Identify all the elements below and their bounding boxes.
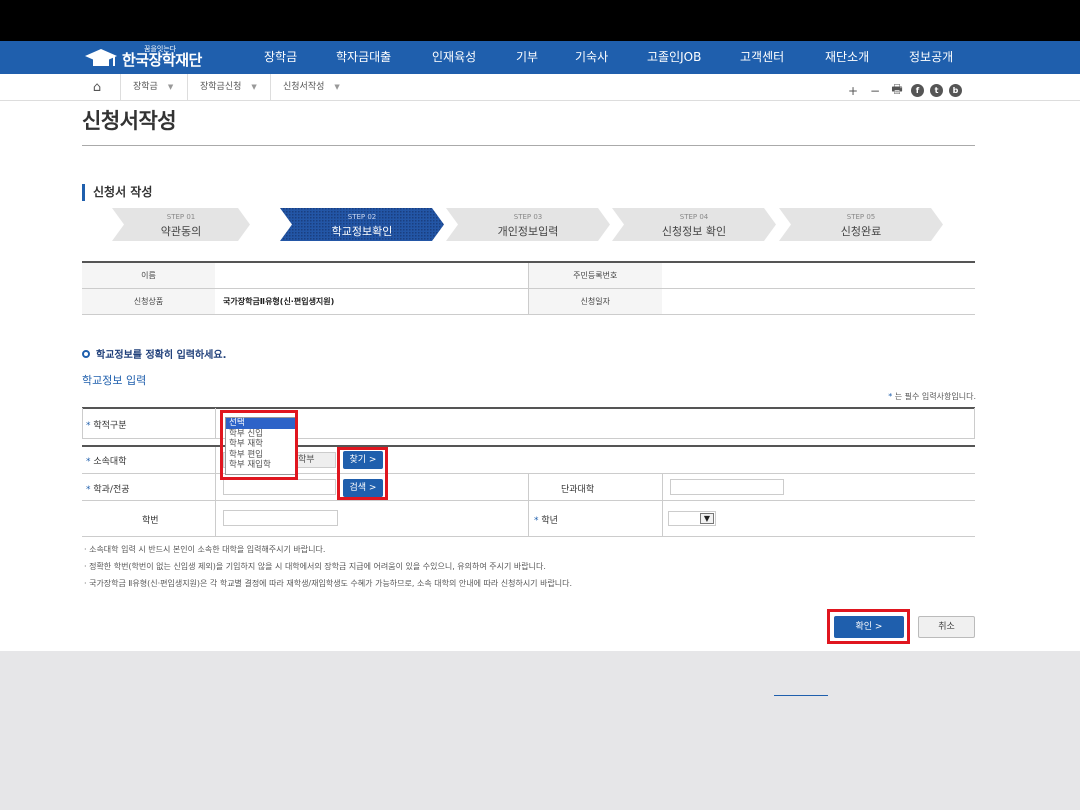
title-divider bbox=[82, 145, 975, 146]
form-col-divider bbox=[215, 447, 216, 536]
product-label: 신청상품 bbox=[82, 288, 215, 315]
ok-button[interactable]: 확인 > bbox=[834, 616, 904, 638]
dept-input[interactable] bbox=[223, 479, 336, 495]
notice-text: 학교정보를 정확히 입력하세요. bbox=[82, 346, 226, 361]
student-id-input[interactable] bbox=[223, 510, 338, 526]
step-3: STEP 03 개인정보입력 bbox=[446, 208, 610, 241]
chevron-down-icon: ▼ bbox=[251, 83, 257, 91]
grade-label: * 학년 bbox=[534, 516, 558, 526]
search-button[interactable]: 검색 > bbox=[343, 479, 383, 497]
main-menu: 장학금 학자금대출 인재육성 기부 기숙사 고졸인JOB 고객센터 재단소개 정… bbox=[250, 41, 980, 74]
form-left-border bbox=[82, 408, 83, 438]
blog-icon[interactable]: b bbox=[949, 84, 962, 97]
form-col-divider bbox=[215, 408, 216, 438]
status-option[interactable]: 학부 편입 bbox=[226, 450, 295, 461]
college-input[interactable] bbox=[670, 479, 784, 495]
graduation-cap-icon bbox=[84, 47, 118, 67]
college-label: 단과대학 bbox=[561, 485, 595, 495]
site-logo[interactable]: 꿈을잇는다 한국장학재단 bbox=[84, 43, 202, 71]
required-star-icon: * bbox=[888, 392, 893, 401]
footer-area bbox=[0, 651, 1080, 810]
form-bottom-border bbox=[82, 536, 975, 537]
form-right-border bbox=[974, 408, 975, 438]
step-4: STEP 04 신청정보 확인 bbox=[612, 208, 776, 241]
step-5: STEP 05 신청완료 bbox=[779, 208, 943, 241]
form-notes: · 소속대학 입력 시 반드시 본인이 소속한 대학을 입력해주시기 바랍니다.… bbox=[84, 541, 572, 592]
zoom-in-icon[interactable]: + bbox=[845, 84, 861, 98]
chevron-down-icon: ▼ bbox=[167, 83, 174, 91]
rrn-label: 주민등록번호 bbox=[527, 262, 662, 289]
breadcrumb-item-3[interactable]: 신청서작성 ▼ bbox=[270, 74, 355, 101]
status-select-listbox[interactable]: 선택 학부 신입 학부 재학 학부 편입 학부 재입학 bbox=[225, 417, 296, 475]
note-line: · 소속대학 입력 시 반드시 본인이 소속한 대학을 입력해주시기 바랍니다. bbox=[84, 545, 326, 554]
chevron-down-icon: ▼ bbox=[700, 513, 714, 524]
name-value bbox=[215, 262, 528, 289]
zoom-out-icon[interactable]: − bbox=[867, 84, 883, 98]
product-value: 국가장학금Ⅱ유형(신·편입생지원) bbox=[215, 288, 528, 315]
page-tools: + − 🖶 f t b bbox=[845, 80, 962, 101]
breadcrumb-item-2[interactable]: 장학금신청 ▼ bbox=[187, 74, 267, 101]
grade-select[interactable]: ▼ bbox=[668, 511, 716, 526]
date-label: 신청일자 bbox=[527, 288, 662, 315]
cancel-button[interactable]: 취소 bbox=[918, 616, 975, 638]
name-label: 이름 bbox=[82, 262, 215, 289]
chevron-down-icon: ▼ bbox=[334, 83, 340, 91]
form-col-divider bbox=[662, 473, 663, 536]
menu-item-loan[interactable]: 학자금대출 bbox=[336, 41, 391, 74]
footer-link-underline[interactable] bbox=[774, 695, 828, 696]
rrn-value bbox=[662, 262, 975, 289]
university-label: * 소속대학 bbox=[86, 457, 127, 467]
menu-item-customer[interactable]: 고객센터 bbox=[740, 41, 784, 74]
top-black-bar bbox=[0, 0, 1080, 41]
status-option[interactable]: 학부 신입 bbox=[226, 429, 295, 440]
twitter-icon[interactable]: t bbox=[930, 84, 943, 97]
find-button[interactable]: 찾기 > bbox=[343, 451, 383, 469]
step-2: STEP 02 학교정보확인 bbox=[280, 208, 444, 241]
step-1: STEP 01 약관동의 bbox=[112, 208, 250, 241]
status-label: * 학적구분 bbox=[86, 421, 127, 431]
menu-item-job[interactable]: 고졸인JOB bbox=[647, 41, 701, 74]
status-option[interactable]: 학부 재학 bbox=[226, 439, 295, 450]
required-note: * 는 필수 입력사항입니다. bbox=[888, 392, 976, 401]
status-option[interactable]: 선택 bbox=[226, 418, 295, 429]
dept-label: * 학과/전공 bbox=[86, 485, 130, 495]
form-row-divider bbox=[82, 438, 975, 439]
menu-item-scholarship[interactable]: 장학금 bbox=[264, 41, 297, 74]
logo-text: 한국장학재단 bbox=[122, 51, 202, 69]
form-col-divider bbox=[528, 473, 529, 536]
circle-bullet-icon bbox=[82, 349, 90, 358]
school-section-label: 학교정보 입력 bbox=[82, 374, 147, 387]
student-id-label: 학번 bbox=[142, 516, 159, 526]
facebook-icon[interactable]: f bbox=[911, 84, 924, 97]
menu-item-dormitory[interactable]: 기숙사 bbox=[575, 41, 608, 74]
menu-item-donation[interactable]: 기부 bbox=[516, 41, 538, 74]
application-info-table: 이름 주민등록번호 신청상품 국가장학금Ⅱ유형(신·편입생지원) 신청일자 bbox=[82, 261, 975, 315]
section-title: 신청서 작성 bbox=[82, 184, 152, 201]
note-line: · 국가장학금 Ⅱ유형(신·편입생지원)은 각 학교별 결정에 따라 재학생/재… bbox=[84, 579, 573, 588]
status-option[interactable]: 학부 재입학 bbox=[226, 460, 295, 471]
breadcrumb-item-1[interactable]: 장학금 ▼ bbox=[120, 74, 195, 101]
step-progress: STEP 01 약관동의 STEP 02 학교정보확인 STEP 03 개인정보… bbox=[112, 208, 947, 241]
menu-item-info[interactable]: 정보공개 bbox=[909, 41, 953, 74]
menu-item-about[interactable]: 재단소개 bbox=[825, 41, 869, 74]
home-icon[interactable]: ⌂ bbox=[85, 79, 109, 96]
menu-item-talent[interactable]: 인재육성 bbox=[432, 41, 476, 74]
note-line: · 정확한 학번(학번이 없는 신입생 제외)을 기입하지 않을 시 대학에서의… bbox=[84, 562, 546, 571]
print-icon[interactable]: 🖶 bbox=[889, 80, 905, 101]
page-title: 신청서작성 bbox=[82, 109, 177, 133]
date-value bbox=[662, 288, 975, 315]
